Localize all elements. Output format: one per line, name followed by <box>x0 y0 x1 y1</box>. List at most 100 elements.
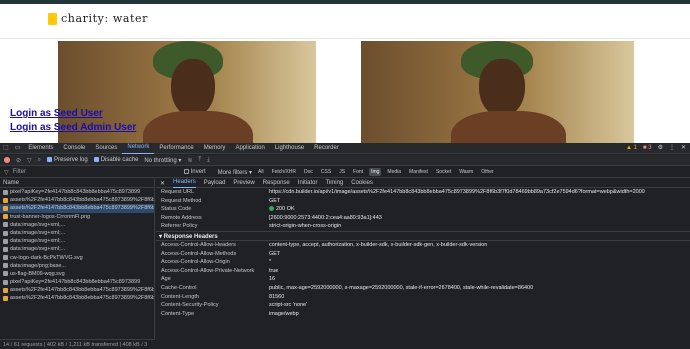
request-row[interactable]: assets%2F2fe4147bb8c843bb8ebba475c897389… <box>0 286 154 294</box>
search-icon[interactable]: ⌕ <box>38 157 41 164</box>
header-row: Request Method GET <box>156 197 690 206</box>
preserve-log-checkbox[interactable]: Preserve log <box>47 156 88 164</box>
tab-elements[interactable]: Elements <box>23 143 58 154</box>
wifi-icon[interactable]: ≋ <box>187 157 192 164</box>
tab-network[interactable]: Network <box>122 142 155 154</box>
header-row: Content-Type image/webp <box>156 310 690 319</box>
device-toggle-icon[interactable]: ▭ <box>12 143 24 154</box>
filter-type-fetch-xhr[interactable]: Fetch/XHR <box>270 168 298 176</box>
request-row[interactable]: us-flag-BM09-wqg.svg <box>0 270 154 278</box>
request-name: assets%2F2fe4147bb8c843bb8ebba475c897389… <box>10 295 154 302</box>
file-type-icon <box>3 197 8 203</box>
tab-recorder[interactable]: Recorder <box>309 143 344 154</box>
filter-type-media[interactable]: Media <box>385 168 403 176</box>
more-filters-label: More filters <box>217 169 248 176</box>
request-name: data:image/svg+xml;... <box>10 229 66 236</box>
request-name: assets%2F2fe4147bb8c843bb8ebba475c897389… <box>10 197 154 204</box>
detail-tab-cookies[interactable]: Cookies <box>351 179 373 188</box>
detail-tab-timing[interactable]: Timing <box>325 179 343 188</box>
settings-gear-icon[interactable]: ⚙ <box>658 143 663 154</box>
filter-input[interactable]: Filter <box>13 168 168 176</box>
general-section: Request URL https://cdn.builder.io/api/v1… <box>156 188 690 231</box>
detail-tab-preview[interactable]: Preview <box>233 179 254 188</box>
tab-memory[interactable]: Memory <box>199 143 231 154</box>
close-details-icon[interactable]: ✕ <box>160 180 165 187</box>
header-value: 81560 <box>269 293 285 300</box>
filter-type-font[interactable]: Font <box>351 168 365 176</box>
site-logo[interactable]: charity: water <box>48 12 148 25</box>
request-row[interactable]: data:image/svg+xml;... <box>0 245 154 253</box>
filter-icon[interactable]: ▽ <box>27 157 32 164</box>
response-headers-section-title[interactable]: ▾ Response Headers <box>156 230 690 241</box>
detail-tab-initiator[interactable]: Initiator <box>298 179 318 188</box>
response-headers-title: Response Headers <box>163 233 218 240</box>
header-key: Status Code <box>161 206 192 213</box>
tab-sources[interactable]: Sources <box>90 143 122 154</box>
request-row[interactable]: trust-banner-logos-CrronmFl.png <box>0 213 154 221</box>
upload-icon[interactable]: ⤒ <box>198 157 201 164</box>
request-name: data:image/svg+xml,... <box>10 221 66 228</box>
download-icon[interactable]: ⤓ <box>207 157 210 164</box>
more-options-icon[interactable]: ⋮ <box>669 143 675 154</box>
request-row[interactable]: cw-logo-dark-BcPkTWVG.svg <box>0 254 154 262</box>
tab-performance[interactable]: Performance <box>154 143 198 154</box>
header-divider <box>0 38 690 39</box>
request-name: data:image/svg+xml;... <box>10 246 66 253</box>
header-row: Status Code 200 OK <box>156 205 690 214</box>
detail-tab-headers[interactable]: Headers <box>173 178 196 188</box>
header-value: true <box>269 267 279 274</box>
detail-tab-response[interactable]: Response <box>263 179 290 188</box>
request-name: us-flag-BM09-wqg.svg <box>10 270 65 277</box>
request-row[interactable]: assets%2F2fe4147bb8c843bb8ebba475c897389… <box>0 196 154 204</box>
invert-checkbox[interactable]: Invert <box>183 168 206 175</box>
header-value: 16 <box>269 276 276 283</box>
header-key: Request URL <box>161 189 195 195</box>
devtools-panel: ⬚ ▭ Elements Console Sources Network Per… <box>0 143 690 349</box>
close-devtools-icon[interactable]: ✕ <box>681 143 686 154</box>
filter-type-img[interactable]: Img <box>369 168 382 176</box>
disable-cache-checkbox[interactable]: Disable cache <box>93 156 138 163</box>
header-key: Access-Control-Allow-Private-Network <box>161 267 255 274</box>
disable-cache-check-icon <box>93 156 99 162</box>
request-row[interactable]: assets%2F2fe4147bb8c843bb8ebba475c897389… <box>0 294 154 302</box>
header-value: 200 OK <box>269 205 295 214</box>
detail-tab-payload[interactable]: Payload <box>204 179 226 188</box>
login-seed-admin-link[interactable]: Login as Seed Admin User <box>10 121 136 135</box>
warning-count[interactable]: ▲ 1 <box>626 143 637 154</box>
request-row[interactable]: data:image/png;base... <box>0 262 154 270</box>
header-key: Cache-Control <box>161 284 197 291</box>
tab-lighthouse[interactable]: Lighthouse <box>270 143 309 154</box>
request-row[interactable]: data:image/svg+xml;... <box>0 229 154 237</box>
clear-icon[interactable]: ⊘ <box>16 157 21 164</box>
filter-type-css[interactable]: CSS <box>319 168 333 176</box>
inspect-icon[interactable]: ⬚ <box>0 143 12 154</box>
filter-type-wasm[interactable]: Wasm <box>457 168 475 176</box>
error-count[interactable]: ■ 3 <box>643 143 652 154</box>
name-column-header[interactable]: Name <box>0 179 154 188</box>
file-type-icon <box>3 255 8 261</box>
filter-type-doc[interactable]: Doc <box>302 168 315 176</box>
throttling-select[interactable]: No throttling ▾ <box>144 157 181 164</box>
filter-type-socket[interactable]: Socket <box>434 168 453 176</box>
record-icon[interactable] <box>4 157 10 163</box>
header-key: Referrer Policy <box>161 223 198 230</box>
request-row[interactable]: data:image/svg+xml;... <box>0 237 154 245</box>
request-name: data:image/svg+xml;... <box>10 238 66 245</box>
request-row[interactable]: pixel?apiKey=2fe4147bb8c843bb8ebba475c89… <box>0 278 154 286</box>
request-name: pixel?apiKey=2fe4147bb8c843bb8ebba475c89… <box>10 189 141 195</box>
filter-type-manifest[interactable]: Manifest <box>407 168 430 176</box>
filter-type-all[interactable]: All <box>256 168 266 176</box>
more-filters-dropdown[interactable]: More filters ▾ <box>218 169 252 176</box>
tab-console[interactable]: Console <box>58 143 90 154</box>
filter-type-js[interactable]: JS <box>337 168 347 176</box>
request-name: data:image/png;base... <box>10 262 66 269</box>
request-row[interactable]: assets%2F2fe4147bb8c843bb8ebba475c897389… <box>0 204 154 213</box>
request-row[interactable]: data:image/svg+xml,... <box>0 221 154 229</box>
request-row[interactable]: pixel?apiKey=2fe4147bb8c843bb8ebba475c89… <box>0 188 154 196</box>
tab-application[interactable]: Application <box>230 143 269 154</box>
login-seed-user-link[interactable]: Login as Seed User <box>10 107 136 121</box>
filter-funnel-icon: ▽ <box>4 169 9 176</box>
filter-type-other[interactable]: Other <box>479 168 496 176</box>
preserve-log-label: Preserve log <box>54 157 88 164</box>
top-accent-bar <box>0 0 690 4</box>
